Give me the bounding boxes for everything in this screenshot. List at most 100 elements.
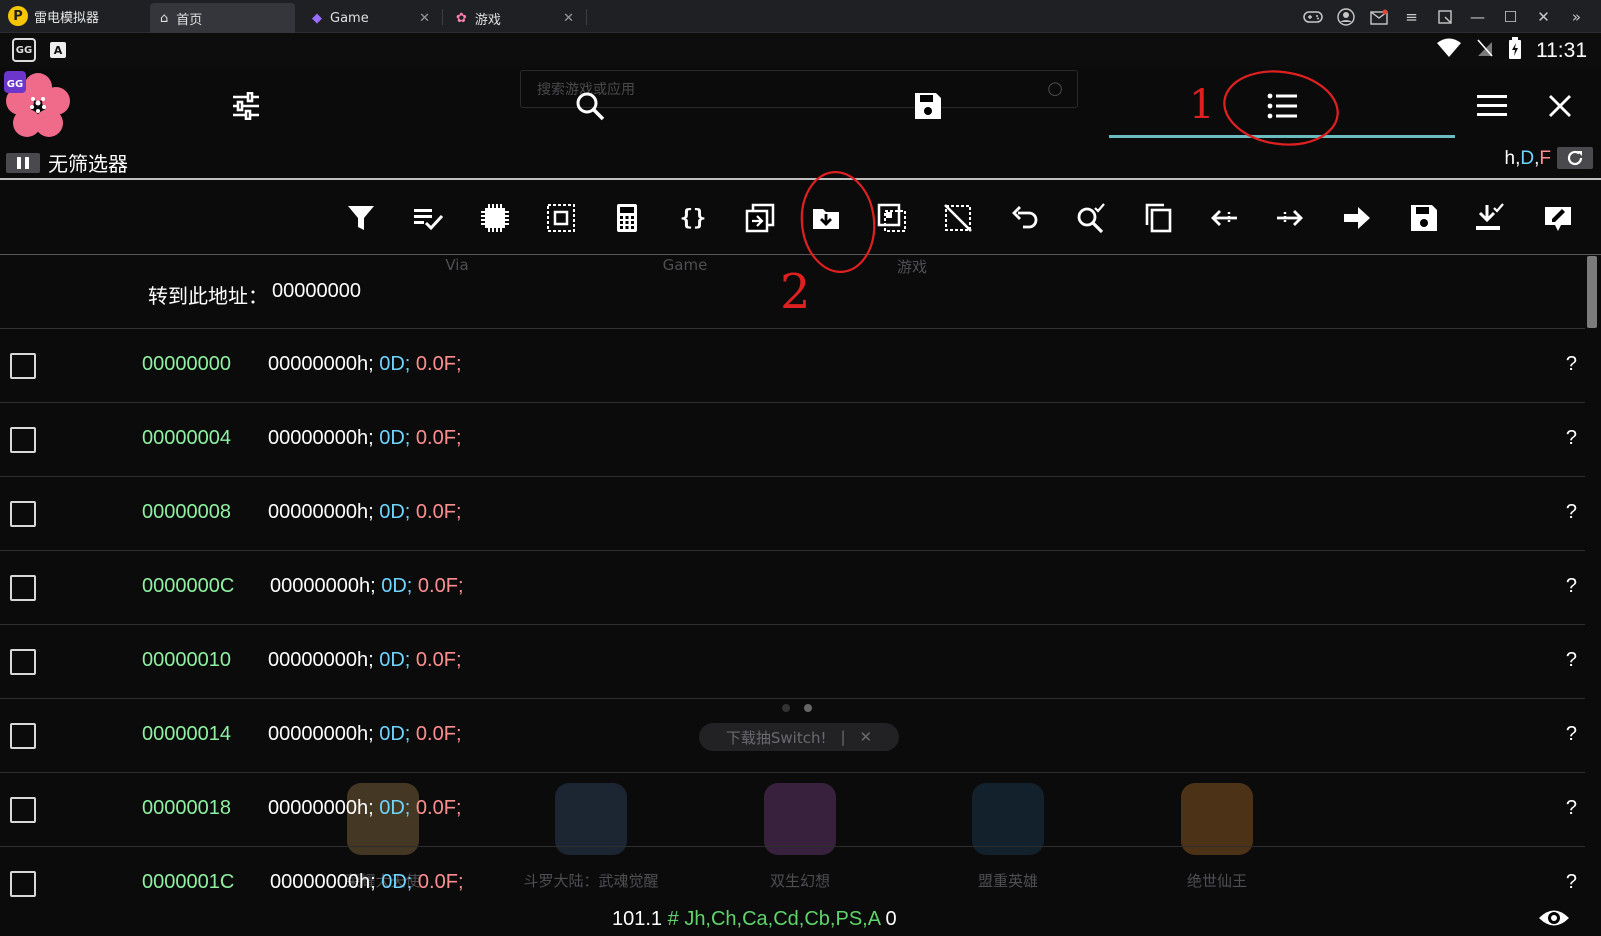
- row-checkbox[interactable]: [10, 575, 36, 601]
- table-row[interactable]: 00000018 00000000h; 0D; 0.0F; ?: [0, 773, 1585, 847]
- pin-icon[interactable]: [1428, 6, 1461, 28]
- gg-notification-icon: GG: [12, 38, 36, 62]
- select-region-button[interactable]: [541, 198, 581, 238]
- main-menu-button[interactable]: [1470, 86, 1514, 126]
- copy-button[interactable]: [1138, 198, 1178, 238]
- copy-to-search-icon: [745, 203, 775, 233]
- row-checkbox[interactable]: [10, 649, 36, 675]
- row-address: 00000008: [142, 501, 231, 523]
- a-notification-icon: A: [50, 42, 66, 58]
- calculator-icon: [617, 204, 637, 232]
- row-dword-value: 0D;: [379, 797, 411, 819]
- tab-games-cn-close-icon[interactable]: ✕: [563, 11, 574, 26]
- saved-list-button[interactable]: [906, 86, 950, 126]
- hamburger-menu-icon: [1477, 95, 1507, 116]
- tab-game-label: Game: [330, 10, 369, 26]
- visibility-button[interactable]: [1538, 907, 1570, 929]
- save-icon: [915, 93, 941, 119]
- row-checkbox[interactable]: [10, 501, 36, 527]
- search-nearby-button[interactable]: [1071, 198, 1111, 238]
- load-button[interactable]: [806, 198, 846, 238]
- arrow-right-icon: [1277, 210, 1303, 226]
- export-button[interactable]: [1469, 198, 1509, 238]
- memory-chip-icon: [481, 204, 509, 232]
- row-hex-value: 00000000h;: [268, 797, 374, 819]
- value-type-flags[interactable]: h,D,F: [1505, 148, 1551, 170]
- row-address: 00000010: [142, 649, 231, 671]
- mail-icon[interactable]: [1362, 6, 1395, 28]
- row-checkbox[interactable]: [10, 353, 36, 379]
- row-checkbox[interactable]: [10, 797, 36, 823]
- deselect-button[interactable]: [938, 198, 978, 238]
- copy-icon: [1145, 203, 1172, 233]
- row-checkbox[interactable]: [10, 871, 36, 897]
- flag-float: F: [1539, 148, 1551, 169]
- save-to-list-button[interactable]: [1404, 198, 1444, 238]
- gameguardian-logo-icon[interactable]: GG: [2, 69, 74, 141]
- gg-header: GG 无筛选器 h,D,F: [0, 68, 1601, 178]
- tab-game[interactable]: ◆ Game ✕: [302, 3, 440, 33]
- status-count: 0: [885, 908, 897, 930]
- copy-to-search-button[interactable]: [740, 198, 780, 238]
- game-icon: ◆: [312, 10, 322, 26]
- table-row[interactable]: 00000014 00000000h; 0D; 0.0F; ?: [0, 699, 1585, 773]
- hex-view-button[interactable]: {}: [673, 198, 713, 238]
- table-row[interactable]: 00000008 00000000h; 0D; 0.0F; ?: [0, 477, 1585, 551]
- tab-home[interactable]: ⌂ 首页: [150, 3, 295, 33]
- table-row[interactable]: 00000000 00000000h; 0D; 0.0F; ?: [0, 329, 1585, 403]
- row-hex-value: 00000000h;: [268, 353, 374, 375]
- filter-label[interactable]: 无筛选器: [48, 148, 128, 177]
- status-region-flags: Jh,Ch,Ca,Cd,Cb,PS,A: [684, 908, 880, 930]
- row-dword-value: 0D;: [379, 501, 411, 523]
- minimize-icon[interactable]: —: [1461, 6, 1494, 28]
- table-row[interactable]: 0000000C 00000000h; 0D; 0.0F; ?: [0, 551, 1585, 625]
- menu-icon[interactable]: ≡: [1395, 6, 1428, 28]
- row-checkbox[interactable]: [10, 427, 36, 453]
- pause-button[interactable]: [6, 152, 40, 173]
- settings-button[interactable]: [224, 86, 268, 126]
- collapse-icon[interactable]: »: [1560, 6, 1593, 28]
- edit-selected-button[interactable]: [1538, 198, 1578, 238]
- close-icon[interactable]: ✕: [1527, 6, 1560, 28]
- svg-text:{}: {}: [680, 206, 707, 231]
- go-back-button[interactable]: [1204, 198, 1244, 238]
- calculator-button[interactable]: [607, 198, 647, 238]
- close-gg-button[interactable]: [1538, 86, 1582, 126]
- row-unknown-marker: ?: [1565, 501, 1577, 523]
- bottom-status-line: 101.1 # Jh,Ch,Ca,Cd,Cb,PS,A 0: [612, 908, 897, 931]
- undo-button[interactable]: [1005, 198, 1045, 238]
- select-all-button[interactable]: [408, 198, 448, 238]
- table-row[interactable]: 00000010 00000000h; 0D; 0.0F; ?: [0, 625, 1585, 699]
- tab-game-close-icon[interactable]: ✕: [419, 11, 430, 26]
- filter-button[interactable]: [341, 198, 381, 238]
- tab-games-cn[interactable]: ✿ 游戏 ✕: [446, 3, 584, 33]
- tab-separator: [442, 9, 443, 25]
- account-icon[interactable]: [1329, 6, 1362, 28]
- table-row[interactable]: 00000004 00000000h; 0D; 0.0F; ?: [0, 403, 1585, 477]
- flag-dword: D: [1520, 148, 1535, 169]
- undo-icon: [1012, 206, 1038, 229]
- row-unknown-marker: ?: [1565, 797, 1577, 819]
- row-checkbox[interactable]: [10, 723, 36, 749]
- refresh-button[interactable]: [1557, 147, 1593, 169]
- maximize-icon[interactable]: ☐: [1494, 6, 1527, 28]
- gamepad-icon[interactable]: [1296, 6, 1329, 28]
- memory-editor-tab-button[interactable]: [1260, 86, 1304, 126]
- goto-address-row[interactable]: 转到此地址： 00000000: [148, 280, 361, 309]
- row-values: 00000000h; 0D; 0.0F;: [268, 353, 462, 376]
- search-button[interactable]: [568, 86, 612, 126]
- row-hex-value: 00000000h;: [268, 723, 374, 745]
- go-forward-button[interactable]: [1270, 198, 1310, 238]
- scrollbar-thumb[interactable]: [1587, 256, 1597, 328]
- row-dword-value: 0D;: [379, 353, 411, 375]
- dotted-select-button[interactable]: [872, 198, 912, 238]
- go-to-pointer-button[interactable]: [1337, 198, 1377, 238]
- row-float-value: 0.0F;: [415, 501, 462, 523]
- gg-version: 101.1: [612, 908, 663, 930]
- flower-icon: ✿: [456, 10, 467, 26]
- pause-icon: [17, 156, 21, 169]
- status-hash: #: [667, 908, 679, 930]
- download-check-icon: [1476, 203, 1504, 230]
- select-all-check-icon: [414, 209, 443, 231]
- memory-range-button[interactable]: [475, 198, 515, 238]
